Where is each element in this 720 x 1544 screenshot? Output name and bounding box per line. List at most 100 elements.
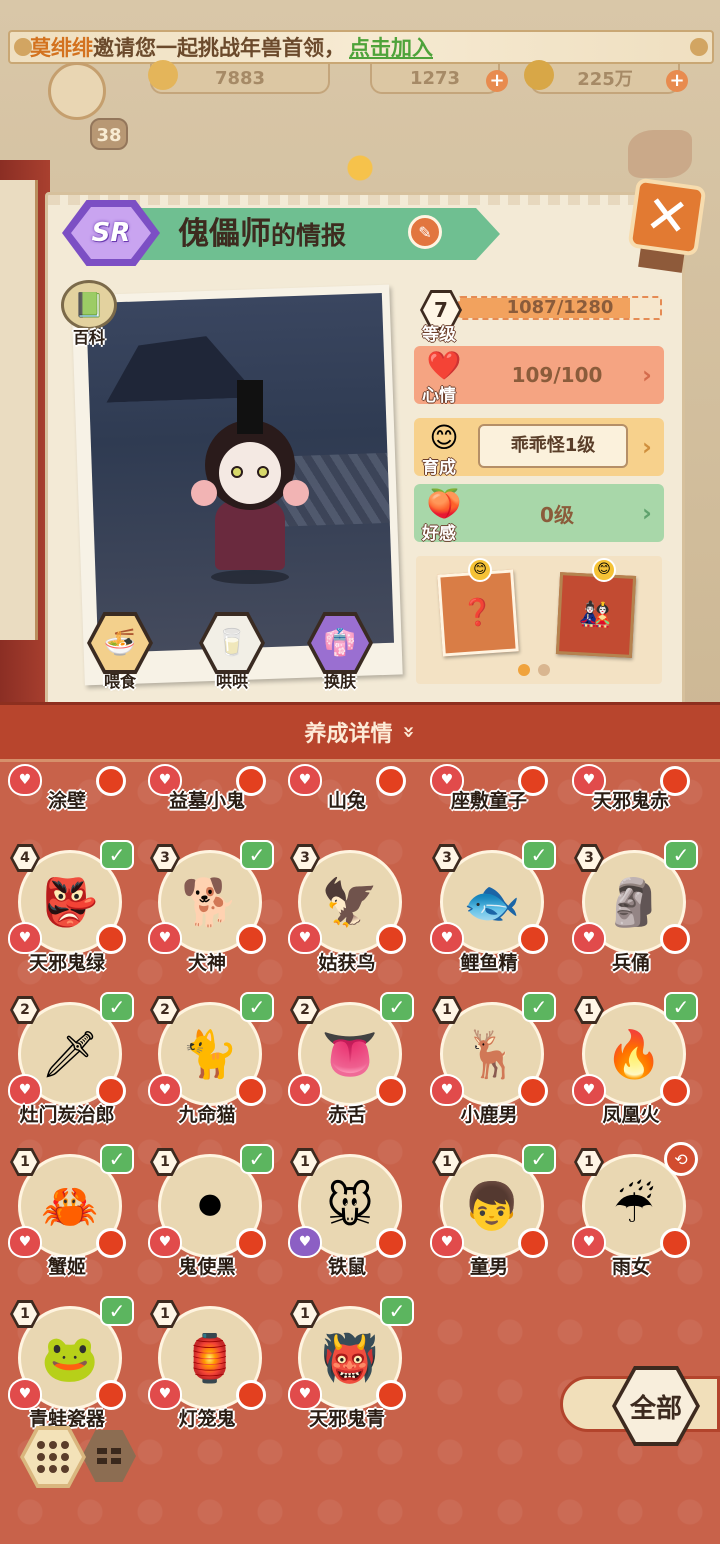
shikigami-name: 姑获鸟	[318, 952, 376, 974]
shikigami-icon: 🐸	[41, 1330, 99, 1385]
wiki-button[interactable]: 📗 百科	[56, 280, 122, 352]
shikigami-tile[interactable]: 👦 1 ✓ ♥ 童男	[424, 1144, 556, 1298]
shikigami-name: 兵俑	[611, 952, 650, 974]
shikigami-tile[interactable]: 🐟 3 ✓ ♥ 鲤鱼精	[424, 840, 556, 994]
wiki-label: 百科	[72, 328, 105, 347]
memory-card-locked[interactable]: ❓	[437, 569, 519, 657]
affinity-row[interactable]: 🍑 好感 0级 ›	[414, 484, 664, 544]
skin-button[interactable]: 👘 换肤	[300, 612, 380, 692]
shikigami-tile[interactable]: 🦌 1 ✓ ♥ 小鹿男	[424, 992, 556, 1146]
memory-card-daruma[interactable]: 🎎	[555, 572, 637, 658]
shikigami-name: 犬神	[187, 952, 226, 974]
level-value: 1	[577, 999, 601, 1021]
shikigami-tile[interactable]: ⚫ 1 ✓ ♥ 鬼使黑	[142, 1144, 274, 1298]
exp-bar: 1087/1280	[458, 296, 662, 320]
shikigami-name: 灯笼鬼	[178, 1408, 236, 1430]
check-icon: ✓	[240, 840, 274, 870]
check-icon: ✓	[664, 840, 698, 870]
level-value: 4	[13, 847, 37, 869]
shikigami-tile[interactable]: 🐈 2 ✓ ♥ 九命猫	[142, 992, 274, 1146]
level-value: 1	[293, 1151, 317, 1173]
affinity-value: 0级	[540, 502, 574, 527]
kimono-icon: 👘	[311, 616, 369, 670]
shikigami-tile[interactable]: ♥ 天邪鬼赤	[566, 762, 696, 822]
shikigami-tile[interactable]: 🏮 1 ♥ 灯笼鬼	[142, 1300, 272, 1450]
training-label: 育成	[422, 458, 456, 478]
shikigami-tile[interactable]: 🐭 1 ♥ 铁鼠	[282, 1148, 412, 1298]
shikigami-name: 座敷童子	[450, 790, 527, 812]
level-value: 2	[153, 999, 177, 1021]
list-view-button[interactable]	[82, 1430, 136, 1482]
mood-row[interactable]: ❤️ 心情 109/100 ›	[414, 346, 664, 406]
shikigami-name: 益墓小鬼	[168, 790, 245, 812]
level-value: 2	[293, 999, 317, 1021]
details-header[interactable]: 养成详情 »	[0, 702, 720, 762]
model-ornament	[283, 480, 309, 506]
double-chevron-down-icon: »	[397, 725, 422, 739]
mood-value: 109/100	[511, 363, 603, 387]
shikigami-tile[interactable]: ☔ 1 ⟲ ♥ 雨女	[566, 1142, 698, 1298]
resource-value-1: 7883	[214, 67, 266, 89]
shikigami-tile[interactable]: ♥ 涂壁	[2, 762, 132, 822]
feed-button[interactable]: 🍜 喂食	[80, 612, 160, 692]
add-resource-3-button[interactable]: +	[666, 70, 688, 92]
pencil-icon: ✎	[418, 222, 432, 242]
skin-hex: 👘	[307, 612, 373, 674]
shikigami-tile[interactable]: ♥ 山兔	[282, 762, 412, 822]
resource-bar-2: 1273 +	[370, 64, 508, 94]
pin-icon: 😊	[592, 558, 616, 582]
shikigami-icon: 🐕	[181, 874, 239, 929]
shikigami-name: 天邪鬼绿	[28, 952, 105, 974]
page-dot-active[interactable]	[518, 664, 530, 676]
level-value: 3	[293, 847, 317, 869]
chevron-right-icon: ›	[642, 433, 652, 461]
pin-icon: 😊	[468, 558, 492, 582]
grid-view-button[interactable]	[20, 1426, 86, 1488]
shikigami-tile[interactable]: 👺 4 ✓ ♥ 天邪鬼绿	[2, 840, 134, 994]
player-level-badge: 38	[90, 118, 128, 150]
shikigami-tile[interactable]: 🐕 3 ✓ ♥ 犬神	[142, 840, 274, 994]
shikigami-tile[interactable]: ♥ 益墓小鬼	[142, 762, 272, 822]
join-link[interactable]: 点击加入	[349, 32, 433, 62]
add-resource-2-button[interactable]: +	[486, 70, 508, 92]
shikigami-tile[interactable]: ♥ 座敷童子	[424, 762, 554, 822]
shikigami-icon: 🐈	[181, 1026, 239, 1081]
shikigami-name: 九命猫	[178, 1104, 236, 1126]
shikigami-name: 雨女	[611, 1256, 650, 1278]
page-dot[interactable]	[538, 664, 550, 676]
shikigami-tile[interactable]: 👅 2 ✓ ♥ 赤舌	[282, 992, 414, 1146]
close-button[interactable]: ✕	[627, 177, 707, 257]
level-value: 1	[577, 1151, 601, 1173]
shikigami-tile[interactable]: 🗿 3 ✓ ♥ 兵俑	[566, 840, 698, 994]
player-avatar[interactable]	[48, 62, 106, 120]
left-paper-decoration	[0, 180, 38, 640]
shikigami-tile[interactable]: 🦀 1 ✓ ♥ 蟹姬	[2, 1144, 134, 1298]
shikigami-tile[interactable]: 🗡 2 ✓ ♥ 灶门炭治郎	[2, 992, 134, 1146]
shikigami-model[interactable]	[185, 380, 315, 590]
level-value: 1	[153, 1303, 177, 1325]
shikigami-name: 鲤鱼精	[460, 952, 518, 974]
fish-ornament	[628, 130, 692, 178]
invite-banner[interactable]: 莫绯绯 邀请您一起挑战年兽首领， 点击加入	[8, 30, 714, 64]
shikigami-name: 小鹿男	[460, 1104, 518, 1126]
resource-bar-3: 225万 +	[524, 60, 688, 94]
model-eye	[257, 466, 269, 478]
shikigami-icon: 🐭	[326, 1179, 374, 1233]
shikigami-name: 铁鼠	[327, 1256, 366, 1278]
training-row[interactable]: 😊 育成 乖乖怪1级 ›	[414, 418, 664, 478]
check-icon: ✓	[380, 992, 414, 1022]
shikigami-icon: ☔	[613, 1179, 655, 1233]
shikigami-name: 凤凰火	[602, 1104, 660, 1126]
title-suffix: 的情报	[271, 221, 347, 250]
coax-button[interactable]: 🥛 哄哄	[192, 612, 272, 692]
rename-button[interactable]: ✎	[408, 215, 442, 249]
check-icon: ✓	[100, 1296, 134, 1326]
shikigami-name: 童男	[469, 1256, 508, 1278]
shikigami-tile[interactable]: 🦅 3 ♥ 姑获鸟	[282, 844, 412, 994]
shikigami-name: 灶门炭治郎	[19, 1104, 115, 1126]
shikigami-tile[interactable]: 👹 1 ✓ ♥ 天邪鬼青	[282, 1296, 414, 1450]
shikigami-icon: 🦀	[41, 1178, 99, 1233]
shikigami-tile[interactable]: 🔥 1 ✓ ♥ 凤凰火	[566, 992, 698, 1146]
shikigami-icon: 👺	[41, 874, 99, 929]
swap-icon[interactable]: ⟲	[664, 1142, 698, 1176]
